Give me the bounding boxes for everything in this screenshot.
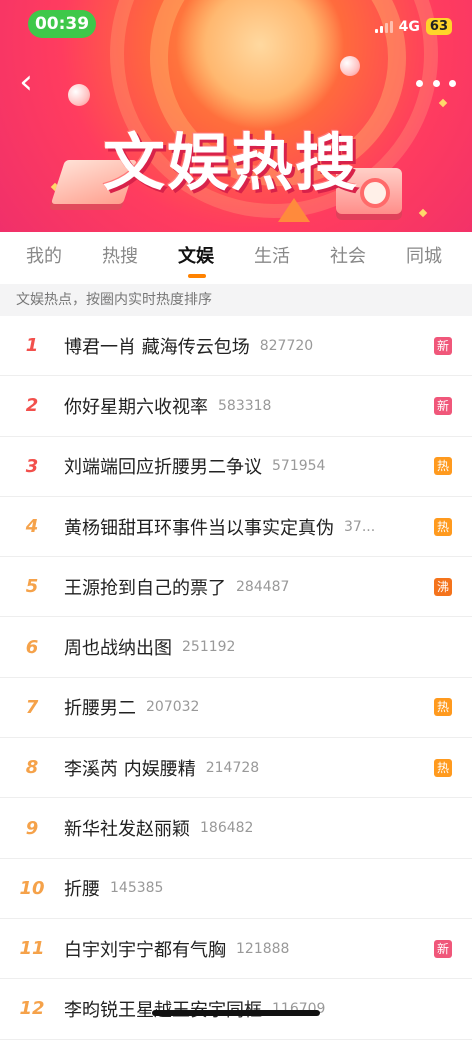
topic-title: 折腰男二 bbox=[64, 698, 136, 720]
hot-badge: 热 bbox=[434, 457, 452, 476]
chevron-left-icon: ‹ bbox=[19, 62, 33, 102]
tab-society[interactable]: 社会 bbox=[310, 232, 386, 284]
heat-count: 251192 bbox=[182, 639, 236, 656]
battery-icon: 63 bbox=[425, 18, 452, 35]
rank-number: 7 bbox=[25, 696, 39, 718]
rank-number: 6 bbox=[25, 636, 39, 658]
topic-title: 李溪芮 内娱腰精 bbox=[64, 758, 196, 780]
banner-ball-decoration bbox=[68, 84, 90, 106]
dot-icon bbox=[449, 79, 456, 87]
list-item[interactable]: 6 周也战纳出图 251192 bbox=[0, 617, 472, 678]
rank-number: 12 bbox=[19, 998, 45, 1020]
rank-number: 1 bbox=[25, 335, 39, 357]
hot-badge: 热 bbox=[434, 698, 452, 717]
list-item[interactable]: 4 黄杨钿甜耳环事件当以事实定真伪 37... 热 bbox=[0, 497, 472, 558]
home-indicator[interactable] bbox=[152, 1010, 320, 1016]
dot-icon bbox=[432, 79, 440, 87]
rank-number: 10 bbox=[19, 877, 45, 899]
topic-title: 你好星期六收视率 bbox=[64, 396, 208, 418]
rank-number: 8 bbox=[25, 757, 39, 779]
more-button[interactable] bbox=[416, 68, 456, 98]
rank-number: 4 bbox=[25, 516, 39, 538]
boil-badge: 沸 bbox=[434, 577, 452, 596]
list-item[interactable]: 8 李溪芮 内娱腰精 214728 热 bbox=[0, 738, 472, 799]
heat-count: 186482 bbox=[200, 820, 254, 837]
rank-number: 2 bbox=[25, 395, 39, 417]
heat-count: 145385 bbox=[110, 880, 164, 897]
category-tabs: 我的 热搜 文娱 生活 社会 同城 bbox=[0, 232, 472, 284]
banner-title: 文娱热搜 bbox=[103, 126, 360, 199]
heat-count: 827720 bbox=[259, 337, 314, 354]
list-description: 文娱热点，按圈内实时热度排序 bbox=[0, 284, 472, 316]
sparkle-decoration bbox=[418, 208, 428, 218]
topic-title: 王源抢到自己的票了 bbox=[64, 577, 226, 599]
header-banner: 00:39 4G 63 ‹ 文娱热搜 bbox=[0, 0, 472, 232]
signal-icon bbox=[374, 20, 393, 33]
rank-number: 3 bbox=[25, 455, 39, 477]
list-item[interactable]: 11 白宇刘宇宁都有气胸 121888 新 bbox=[0, 919, 472, 980]
hot-badge: 热 bbox=[434, 758, 452, 777]
tab-life[interactable]: 生活 bbox=[234, 232, 310, 284]
tab-entertainment[interactable]: 文娱 bbox=[158, 232, 234, 284]
topic-title: 刘端端回应折腰男二争议 bbox=[64, 457, 262, 479]
list-item[interactable]: 2 你好星期六收视率 583318 新 bbox=[0, 376, 472, 437]
banner-ball-decoration bbox=[340, 56, 360, 76]
topic-title: 博君一肖 藏海传云包场 bbox=[64, 336, 250, 358]
new-badge: 新 bbox=[434, 396, 452, 415]
status-indicators: 4G 63 bbox=[374, 18, 452, 35]
list-item[interactable]: 3 刘端端回应折腰男二争议 571954 热 bbox=[0, 437, 472, 497]
topic-title: 白宇刘宇宁都有气胸 bbox=[64, 939, 226, 961]
status-time: 00:39 bbox=[28, 10, 96, 38]
back-button[interactable]: ‹ bbox=[8, 64, 44, 100]
heat-count: 583318 bbox=[218, 397, 272, 414]
topic-title: 周也战纳出图 bbox=[64, 638, 172, 660]
heat-count: 121888 bbox=[236, 940, 290, 957]
rank-number: 9 bbox=[25, 817, 39, 839]
heat-count: 571954 bbox=[272, 458, 326, 475]
network-label: 4G bbox=[398, 18, 420, 35]
heat-count: 284487 bbox=[236, 578, 290, 595]
heat-count: 207032 bbox=[146, 699, 200, 716]
topic-title: 折腰 bbox=[64, 879, 100, 901]
list-item[interactable]: 9 新华社发赵丽颖 186482 bbox=[0, 798, 472, 859]
tab-hot-search[interactable]: 热搜 bbox=[82, 232, 158, 284]
topic-title: 新华社发赵丽颖 bbox=[64, 819, 190, 841]
tab-mine[interactable]: 我的 bbox=[6, 232, 82, 284]
hot-search-list: 1 博君一肖 藏海传云包场 827720 新 2 你好星期六收视率 583318 新 3 刘端端回… bbox=[0, 316, 472, 1040]
rank-number: 11 bbox=[19, 938, 45, 960]
new-badge: 新 bbox=[434, 336, 452, 355]
topic-title: 李昀锐王星越王安宇同框 bbox=[64, 996, 262, 1022]
dot-icon bbox=[416, 79, 423, 87]
new-badge: 新 bbox=[434, 939, 452, 958]
topic-title: 黄杨钿甜耳环事件当以事实定真伪 bbox=[64, 517, 334, 539]
list-item[interactable]: 5 王源抢到自己的票了 284487 沸 bbox=[0, 557, 472, 618]
heat-count: 214728 bbox=[205, 759, 260, 776]
list-item[interactable]: 10 折腰 145385 bbox=[0, 859, 472, 919]
list-item[interactable]: 1 博君一肖 藏海传云包场 827720 新 bbox=[0, 316, 472, 377]
hot-badge: 热 bbox=[434, 517, 452, 536]
heat-count: 37... bbox=[344, 518, 376, 535]
rank-number: 5 bbox=[25, 576, 39, 598]
sparkle-decoration bbox=[438, 98, 448, 108]
list-item[interactable]: 7 折腰男二 207032 热 bbox=[0, 678, 472, 739]
tab-local[interactable]: 同城 bbox=[386, 232, 462, 284]
